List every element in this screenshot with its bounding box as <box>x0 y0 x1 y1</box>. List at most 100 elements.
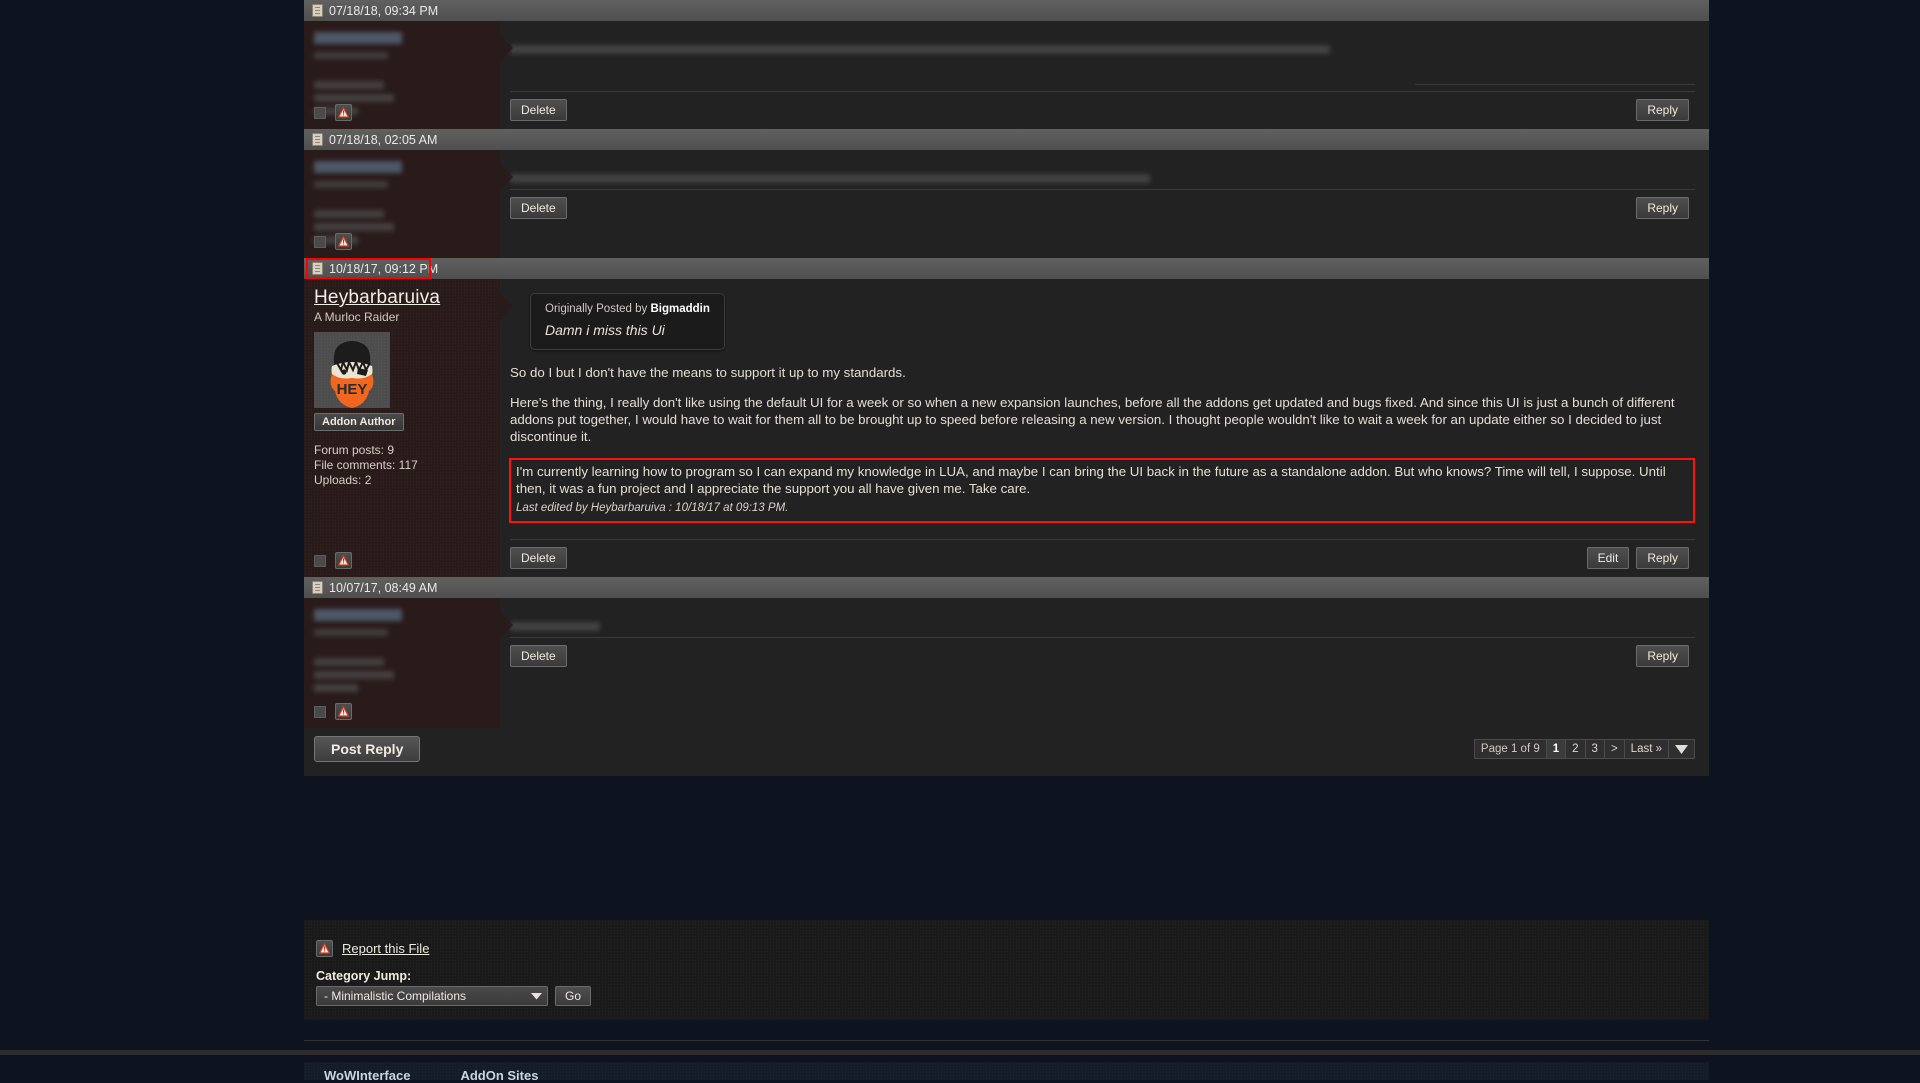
post-moderation-row <box>314 104 352 121</box>
post-action-bar: Delete Reply <box>510 189 1695 227</box>
post-select-checkbox[interactable] <box>314 706 326 718</box>
post-date: 07/18/18, 09:34 PM <box>329 4 438 18</box>
edit-button[interactable]: Edit <box>1587 547 1630 569</box>
post-date-bar: 10/07/17, 08:49 AM <box>304 577 1709 598</box>
post-message-column: Delete Reply <box>500 21 1709 129</box>
redacted-message-line <box>510 174 1150 183</box>
post-message-column: Originally Posted by BigmaddinDamn i mis… <box>500 279 1709 577</box>
pager-page-3[interactable]: 3 <box>1586 740 1605 758</box>
redacted-usertitle <box>314 52 388 59</box>
post-body: Delete Reply <box>304 150 1709 258</box>
category-jump-select[interactable]: - Minimalistic Compilations <box>316 986 548 1006</box>
post-action-group: Edit Reply <box>1587 547 1689 569</box>
post-arrow-notch <box>500 293 513 319</box>
post-username-link[interactable]: Heybarbaruiva <box>314 287 440 309</box>
redacted-message-line <box>510 622 600 631</box>
reply-button[interactable]: Reply <box>1636 645 1689 667</box>
post-action-group: Reply <box>1636 99 1689 121</box>
bottom-link-addon-sites[interactable]: AddOn Sites <box>460 1068 538 1083</box>
post-moderation-row <box>314 233 352 250</box>
category-jump-label: Category Jump: <box>316 969 1709 983</box>
report-this-file-link[interactable]: Report this File <box>342 941 429 956</box>
redacted-usertitle <box>314 181 388 188</box>
quote-author: Bigmaddin <box>650 303 709 315</box>
category-jump-go-button[interactable]: Go <box>555 986 591 1006</box>
report-post-icon[interactable] <box>335 703 352 720</box>
svg-text:HEY: HEY <box>337 381 368 398</box>
category-jump: Category Jump: - Minimalistic Compilatio… <box>304 957 1709 1006</box>
delete-button[interactable]: Delete <box>510 99 567 121</box>
pager-dropdown-icon[interactable] <box>1669 742 1694 757</box>
quote-header: Originally Posted by Bigmaddin <box>545 303 710 315</box>
report-post-icon[interactable] <box>335 552 352 569</box>
post-user-stat: Uploads: 2 <box>314 473 492 488</box>
redacted-username <box>314 609 402 621</box>
footer-divider <box>304 1040 1709 1041</box>
quoted-post: Originally Posted by BigmaddinDamn i mis… <box>530 293 725 350</box>
redacted-username <box>314 161 402 173</box>
post-paragraph: So do I but I don't have the means to su… <box>510 364 1695 381</box>
thread-content-column: 07/18/18, 09:34 PMDeleteReply07/18/18, 0… <box>304 0 1709 776</box>
post-block: 07/18/18, 09:34 PM Delete Reply <box>304 0 1709 129</box>
post-user-column: HeybarbaruivaA Murloc Raider HEY Addon Aut… <box>304 279 500 577</box>
category-jump-value: - Minimalistic Compilations <box>324 989 466 1003</box>
reply-button[interactable]: Reply <box>1636 197 1689 219</box>
report-this-file-row[interactable]: Report this File <box>304 920 1709 957</box>
post-message-column: Delete Reply <box>500 598 1709 728</box>
redacted-stat-line <box>314 223 394 231</box>
pager-last[interactable]: Last » <box>1625 740 1669 758</box>
redacted-stat-line <box>314 684 358 692</box>
post-reply-button[interactable]: Post Reply <box>314 736 420 762</box>
post-block: 07/18/18, 02:05 AM Delete Reply <box>304 129 1709 258</box>
delete-button[interactable]: Delete <box>510 547 567 569</box>
reply-button[interactable]: Reply <box>1636 99 1689 121</box>
delete-button[interactable]: Delete <box>510 197 567 219</box>
post-select-checkbox[interactable] <box>314 555 326 567</box>
bottom-link-wowinterface[interactable]: WoWInterface <box>324 1068 410 1083</box>
post-user-stat: File comments: 117 <box>314 458 492 473</box>
post-user-column <box>304 598 500 728</box>
delete-button[interactable]: Delete <box>510 645 567 667</box>
reply-bar: Post Reply Page 1 of 9123>Last » <box>304 728 1709 776</box>
post-icon <box>312 262 323 275</box>
redacted-username <box>314 32 402 44</box>
pager-page-2[interactable]: 2 <box>1566 740 1585 758</box>
last-edited-note: Last edited by Heybarbaruiva : 10/18/17 … <box>516 500 1688 517</box>
pager-page-1[interactable]: 1 <box>1547 740 1566 758</box>
redacted-stat-line <box>314 81 384 89</box>
post-date: 07/18/18, 02:05 AM <box>329 133 437 147</box>
post-arrow-notch <box>500 164 513 190</box>
post-date-bar: 10/18/17, 09:12 PM <box>304 258 1709 279</box>
post-user-column <box>304 150 500 258</box>
post-user-column <box>304 21 500 129</box>
highlighted-paragraph-box: I'm currently learning how to program so… <box>509 458 1695 523</box>
addon-author-badge: Addon Author <box>314 413 404 431</box>
chevron-down-icon <box>531 989 542 1003</box>
post-paragraph: Here's the thing, I really don't like us… <box>510 394 1695 445</box>
post-user-title: A Murloc Raider <box>314 310 492 324</box>
post-action-bar: Delete Reply <box>510 637 1695 675</box>
reply-button[interactable]: Reply <box>1636 547 1689 569</box>
redacted-stats <box>314 658 492 692</box>
highlighted-paragraph: I'm currently learning how to program so… <box>516 463 1688 497</box>
post-date-bar: 07/18/18, 09:34 PM <box>304 0 1709 21</box>
redacted-stat-line <box>314 210 384 218</box>
post-select-checkbox[interactable] <box>314 107 326 119</box>
post-body: Delete Reply <box>304 21 1709 129</box>
pager-next[interactable]: > <box>1605 740 1625 758</box>
post-message-column: Delete Reply <box>500 150 1709 258</box>
post-arrow-notch <box>500 612 513 638</box>
post-date-bar-inner: 10/18/17, 09:12 PM <box>304 258 1709 279</box>
post-user-stat: Forum posts: 9 <box>314 443 492 458</box>
window-bottom-bar <box>0 1050 1920 1055</box>
post-action-group: Reply <box>1636 197 1689 219</box>
post-select-checkbox[interactable] <box>314 236 326 248</box>
pager-page-label: Page 1 of 9 <box>1475 740 1547 758</box>
report-post-icon[interactable] <box>335 233 352 250</box>
redacted-stat-line <box>314 94 394 102</box>
report-post-icon[interactable] <box>335 104 352 121</box>
post-block: 10/18/17, 09:12 PMHeybarbaruivaA Murloc … <box>304 258 1709 577</box>
redacted-stat-line <box>314 658 384 666</box>
report-warning-icon[interactable] <box>316 940 333 957</box>
quote-header-prefix: Originally Posted by <box>545 303 647 315</box>
